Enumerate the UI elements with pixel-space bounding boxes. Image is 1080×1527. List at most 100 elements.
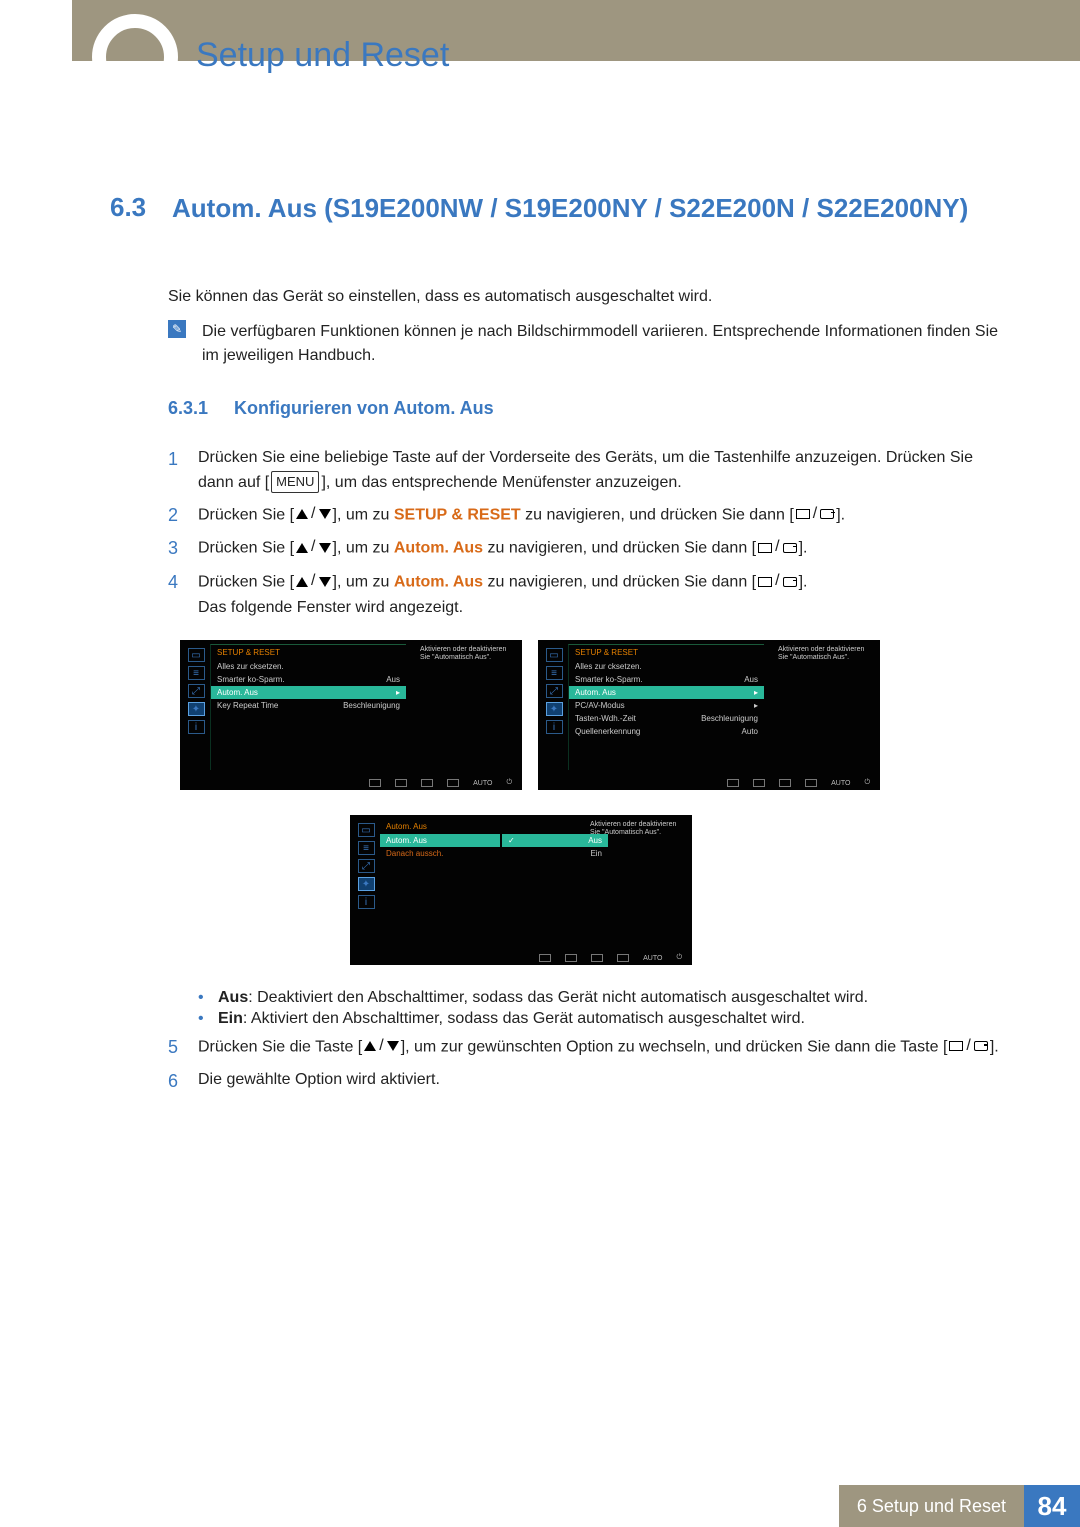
step-5c: ].	[990, 1038, 999, 1055]
subsection-number: 6.3.1	[168, 398, 208, 419]
step-3: 3 Drücken Sie [/], um zu Autom. Aus zu n…	[168, 535, 1008, 563]
osd-right: ▭ ≡ ⤢ ✦ i SETUP & RESET Alles zur cksetz…	[538, 640, 880, 790]
power-icon: ⏻	[676, 954, 682, 962]
step-4a: Drücken Sie [	[198, 574, 294, 591]
osd-left-r2v: Aus	[386, 675, 400, 684]
osd-icon-picture: ▭	[546, 648, 563, 662]
osd-sub-r1: Autom. Aus	[386, 836, 427, 845]
nav-right-icon	[805, 779, 817, 787]
nav-right-icon	[447, 779, 459, 787]
power-icon: ⏻	[506, 779, 512, 787]
note-text: Die verfügbaren Funktionen können je nac…	[202, 320, 1008, 368]
nav-up-icon	[591, 954, 603, 962]
bullet-aus-label: Aus	[218, 989, 248, 1006]
osd-left-r4v: Beschleunigung	[343, 701, 400, 710]
nav-left-icon	[369, 779, 381, 787]
step-2c: zu navigieren, und drücken Sie dann [	[521, 506, 794, 523]
osd-r-r4: PC/AV-Modus	[575, 701, 625, 710]
arrow-down-icon	[387, 1041, 399, 1051]
osd-icon-setup: ✦	[546, 702, 563, 716]
nav-up-icon	[421, 779, 433, 787]
source-icon	[796, 509, 810, 519]
step-4d: ].	[799, 574, 808, 591]
section-title: Autom. Aus (S19E200NW / S19E200NY / S22E…	[172, 192, 968, 226]
chapter-circle-icon	[92, 14, 178, 100]
note-icon	[168, 320, 186, 338]
enter-icon	[783, 543, 797, 553]
osd-r-r6v: Auto	[742, 727, 758, 736]
step-2-target: SETUP & RESET	[394, 506, 521, 523]
osd-right-desc: Aktivieren oder deaktivieren Sie "Automa…	[778, 646, 874, 663]
osd-r-r5v: Beschleunigung	[701, 714, 758, 723]
osd-sub-r2: Danach aussch.	[386, 849, 443, 858]
auto-label: AUTO	[643, 955, 662, 962]
arrow-up-icon	[296, 543, 308, 553]
osd-side-icons: ▭ ≡ ⤢ ✦ i	[542, 648, 566, 734]
step-3b: ], um zu	[333, 540, 394, 557]
menu-key: MENU	[271, 471, 319, 493]
osd-icon-info: i	[188, 720, 205, 734]
arrow-up-icon	[364, 1041, 376, 1051]
osd-icon-size: ⤢	[358, 859, 375, 873]
step-5a: Drücken Sie die Taste [	[198, 1038, 362, 1055]
osd-icon-info: i	[546, 720, 563, 734]
osd-icon-display: ≡	[358, 841, 375, 855]
step-3d: ].	[799, 540, 808, 557]
osd-submenu-wrap: ▭ ≡ ⤢ ✦ i Autom. Aus Autom. Aus Danach a…	[350, 815, 692, 965]
step-2a: Drücken Sie [	[198, 506, 294, 523]
step-4: 4 Drücken Sie [/], um zu Autom. Aus zu n…	[168, 569, 1008, 620]
osd-side-icons: ▭ ≡ ⤢ ✦ i	[184, 648, 208, 734]
enter-icon	[783, 577, 797, 587]
osd-left-r3: Autom. Aus	[217, 688, 258, 697]
steps-list: 1 Drücken Sie eine beliebige Taste auf d…	[168, 440, 1008, 626]
nav-down-icon	[565, 954, 577, 962]
osd-icon-info: i	[358, 895, 375, 909]
osd-right-panel: SETUP & RESET Alles zur cksetzen. Smarte…	[568, 644, 764, 770]
osd-icon-setup: ✦	[188, 702, 205, 716]
step-2d: ].	[836, 506, 845, 523]
auto-label: AUTO	[831, 780, 850, 787]
step-4e: Das folgende Fenster wird angezeigt.	[198, 599, 463, 616]
osd-r-r1: Alles zur cksetzen.	[575, 662, 642, 671]
intro-text: Sie können das Gerät so einstellen, dass…	[168, 288, 712, 306]
step-6-text: Die gewählte Option wird aktiviert.	[198, 1068, 1008, 1096]
step-3-target: Autom. Aus	[394, 540, 483, 557]
subsection-title: Konfigurieren von Autom. Aus	[234, 398, 494, 419]
bullet-ein: •Ein: Aktiviert den Abschalttimer, sodas…	[198, 1010, 1008, 1028]
arrow-down-icon	[319, 509, 331, 519]
osd-left: ▭ ≡ ⤢ ✦ i SETUP & RESET Alles zur cksetz…	[180, 640, 522, 790]
source-icon	[758, 577, 772, 587]
step-2b: ], um zu	[333, 506, 394, 523]
osd-left-panel: SETUP & RESET Alles zur cksetzen. Smarte…	[210, 644, 406, 770]
osd-icon-setup: ✦	[358, 877, 375, 891]
footer-page-number: 84	[1024, 1485, 1080, 1527]
osd-icon-display: ≡	[188, 666, 205, 680]
osd-header: SETUP & RESET	[211, 645, 406, 660]
after-osd-content: •Aus: Deaktiviert den Abschalttimer, sod…	[168, 986, 1008, 1102]
step-5b: ], um zur gewünschten Option zu wechseln…	[401, 1038, 948, 1055]
arrow-down-icon	[319, 543, 331, 553]
osd-header: SETUP & RESET	[569, 645, 764, 660]
nav-up-icon	[779, 779, 791, 787]
osd-icon-picture: ▭	[188, 648, 205, 662]
osd-sub-header: Autom. Aus	[380, 819, 500, 834]
arrow-up-icon	[296, 577, 308, 587]
bullet-ein-text: : Aktiviert den Abschalttimer, sodass da…	[243, 1010, 805, 1027]
step-4b: ], um zu	[333, 574, 394, 591]
osd-r-r5: Tasten-Wdh.-Zeit	[575, 714, 636, 723]
step-6: 6Die gewählte Option wird aktiviert.	[168, 1068, 1008, 1096]
osd-icon-display: ≡	[546, 666, 563, 680]
step-5: 5 Drücken Sie die Taste [/], um zur gewü…	[168, 1034, 1008, 1062]
arrow-up-icon	[296, 509, 308, 519]
step-2: 2 Drücken Sie [/], um zu SETUP & RESET z…	[168, 502, 1008, 530]
osd-left-r3v: ▸	[396, 688, 400, 697]
nav-left-icon	[727, 779, 739, 787]
step-1-text-b: ], um das entsprechende Menüfenster anzu…	[321, 474, 681, 491]
osd-left-r1: Alles zur cksetzen.	[217, 662, 284, 671]
nav-down-icon	[753, 779, 765, 787]
osd-r-r6: Quellenerkennung	[575, 727, 640, 736]
osd-icon-size: ⤢	[546, 684, 563, 698]
osd-r-r3v: ▸	[754, 688, 758, 697]
page-title: Setup und Reset	[196, 36, 449, 75]
footer-title: 6 Setup und Reset	[839, 1485, 1024, 1527]
